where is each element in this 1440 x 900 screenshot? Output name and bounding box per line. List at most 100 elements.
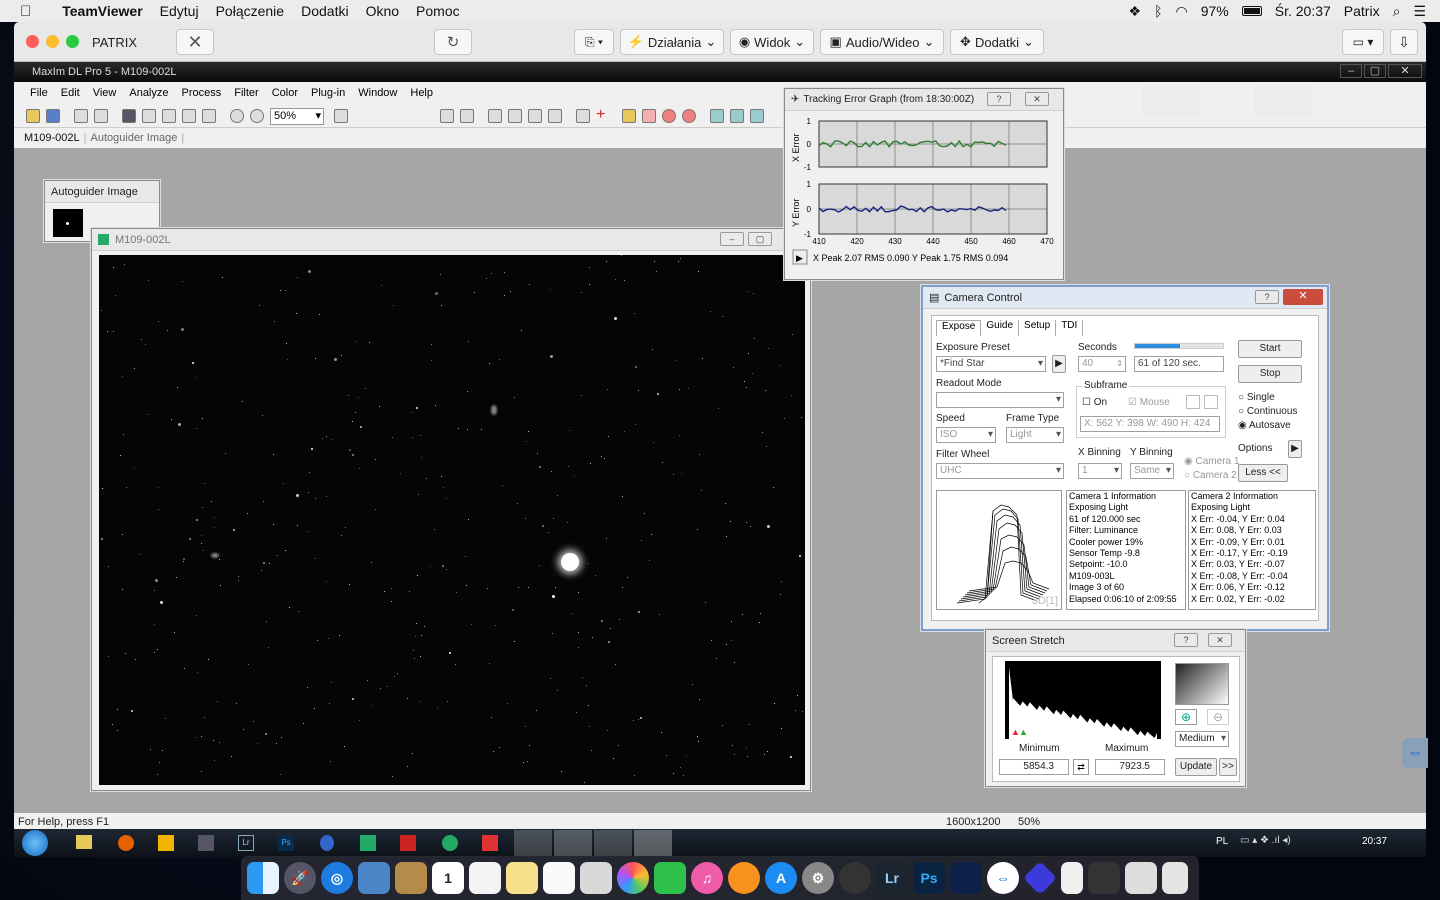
menu-filter[interactable]: Filter [234,87,258,99]
subframe-tool-icon[interactable] [1186,395,1200,409]
help-icon[interactable]: ? [987,92,1011,106]
taskbar-active-app[interactable] [554,830,592,856]
reminders-icon[interactable] [543,862,575,894]
less-button[interactable]: Less << [1238,464,1288,482]
document-icon[interactable] [1061,862,1083,894]
tool-icon[interactable] [508,109,522,123]
refresh-icon[interactable]: ↻ [434,29,472,55]
menu-color[interactable]: Color [272,87,298,99]
minimize-icon[interactable]: – [720,232,744,246]
frame-type-select[interactable]: Light [1006,427,1064,443]
options-menu-button[interactable]: ▶ [1288,440,1302,458]
swap-icon[interactable]: ⇄ [1073,759,1089,775]
file-transfer-button[interactable]: ⇩ [1390,29,1418,55]
tool-icon[interactable] [622,109,636,123]
firefox-icon[interactable] [118,835,134,851]
screen-stretch-icon[interactable] [122,109,136,123]
notification-center-icon[interactable]: ☰ [1413,3,1426,20]
spotlight-search-icon[interactable]: ⌕ [1393,3,1401,20]
close-icon[interactable]: ✕ [1388,64,1422,78]
exposure-preset-select[interactable]: *Find Star [936,356,1046,372]
open-icon[interactable] [26,109,40,123]
menu-process[interactable]: Process [182,87,222,99]
astro-image[interactable] [99,255,805,785]
close-icon[interactable]: ✕ [1283,289,1323,305]
tool-icon[interactable] [576,109,590,123]
zoom-out-icon[interactable]: ⊖ [1207,709,1229,725]
options-label[interactable]: Options [1238,443,1272,454]
app-icon[interactable] [1088,862,1120,894]
preset-menu-button[interactable]: ▶ [1052,355,1066,373]
view-menu-button[interactable]: ◉ Widok ⌄ [730,29,814,55]
maxim-taskbar-icon[interactable] [634,830,672,856]
tool-icon[interactable] [730,109,744,123]
help-icon[interactable]: ? [1255,290,1279,304]
tab-guide[interactable]: Guide [981,320,1020,336]
tracking-error-window[interactable]: ✈ Tracking Error Graph (from 18:30:00Z) … [784,88,1064,280]
zoom-window-button[interactable] [66,35,79,48]
sidebar-toggle-button[interactable]: ▭ ▾ [1342,29,1384,55]
bluetooth-icon[interactable]: ᛒ [1154,3,1162,19]
taskbar-clock[interactable]: 20:37 [1362,836,1387,847]
menu-okno[interactable]: Okno [366,3,399,19]
zoom-select[interactable]: 50% ▾ [270,108,324,125]
stop-button[interactable]: Stop [1238,365,1302,383]
screen-stretch-window[interactable]: Screen Stretch ? ✕ ▲ ▲ ⊕ ⊖ Medium Minimu… [985,629,1246,787]
redo-icon[interactable] [94,109,108,123]
tool-icon[interactable] [642,109,656,123]
app-icon[interactable] [442,835,458,851]
camera1-radio[interactable]: ◉ Camera 1 [1184,456,1239,467]
maximize-icon[interactable]: ▢ [1364,64,1386,78]
camera-icon[interactable] [202,109,216,123]
tab-autoguider[interactable]: Autoguider Image [87,132,182,144]
tool-icon[interactable] [528,109,542,123]
menu-edit[interactable]: Edit [61,87,80,99]
battery-icon[interactable] [1241,6,1262,16]
max-marker-icon[interactable]: ▲ [1019,727,1028,737]
menu-window[interactable]: Window [358,87,397,99]
textedit-icon[interactable] [469,862,501,894]
app-icon[interactable] [358,862,390,894]
subframe-full-icon[interactable] [1204,395,1218,409]
lightroom-icon[interactable]: Lr [876,862,908,894]
system-preferences-icon[interactable]: ⚙ [802,862,834,894]
crosshair-icon[interactable]: + [596,106,605,124]
launchpad-icon[interactable]: 🚀 [284,862,316,894]
contacts-icon[interactable] [395,862,427,894]
single-radio[interactable]: ○ Single [1238,392,1275,403]
clipboard-button[interactable]: ⎘ ▾ [574,29,614,55]
tab-m109[interactable]: M109-002L [20,132,84,144]
photoshop-icon[interactable]: Ps [278,835,294,851]
photos-icon[interactable] [617,862,649,894]
teamviewer-taskbar-icon[interactable] [594,830,632,856]
menu-help[interactable]: Help [410,87,433,99]
camera-control-window[interactable]: ▤ Camera Control ? ✕ Expose Guide Setup … [921,285,1329,631]
camera2-radio[interactable]: ○ Camera 2 [1184,470,1237,481]
lightroom-icon[interactable]: Lr [238,835,254,851]
close-session-button[interactable]: ✕ [176,29,214,55]
app-icon[interactable] [360,835,376,851]
actions-menu-button[interactable]: ⚡ Działania ⌄ [620,29,724,55]
trash-icon[interactable] [1162,862,1188,894]
minimize-icon[interactable]: – [1340,64,1362,78]
tool-icon[interactable] [440,109,454,123]
mouse-checkbox[interactable]: ☑ Mouse [1128,397,1170,408]
close-icon[interactable]: ✕ [1208,633,1232,647]
app-icon[interactable] [400,835,416,851]
explorer-icon[interactable] [76,835,92,849]
remote-desktop[interactable]: MaxIm DL Pro 5 - M109-002L – ▢ ✕ File Ed… [14,62,1426,857]
hand-icon[interactable] [182,109,196,123]
zoom-out-icon[interactable] [250,109,264,123]
split-icon[interactable] [162,109,176,123]
update-button[interactable]: Update [1175,758,1217,776]
tab-tdi[interactable]: TDI [1056,320,1084,336]
maximize-icon[interactable]: ▢ [748,232,772,246]
photoshop-icon[interactable]: Ps [913,862,945,894]
subframe-on-checkbox[interactable]: ☐ On [1082,397,1107,408]
help-icon[interactable]: ? [1174,633,1198,647]
seconds-input[interactable]: 40 ⇕ [1078,356,1126,372]
itunes-icon[interactable]: ♫ [691,862,723,894]
taskbar-active-app[interactable] [514,830,552,856]
apple-menu-icon[interactable]:  [20,3,31,20]
tray-icons[interactable]: ▭ ▴ ❖ .ıl ◂) [1240,835,1291,846]
